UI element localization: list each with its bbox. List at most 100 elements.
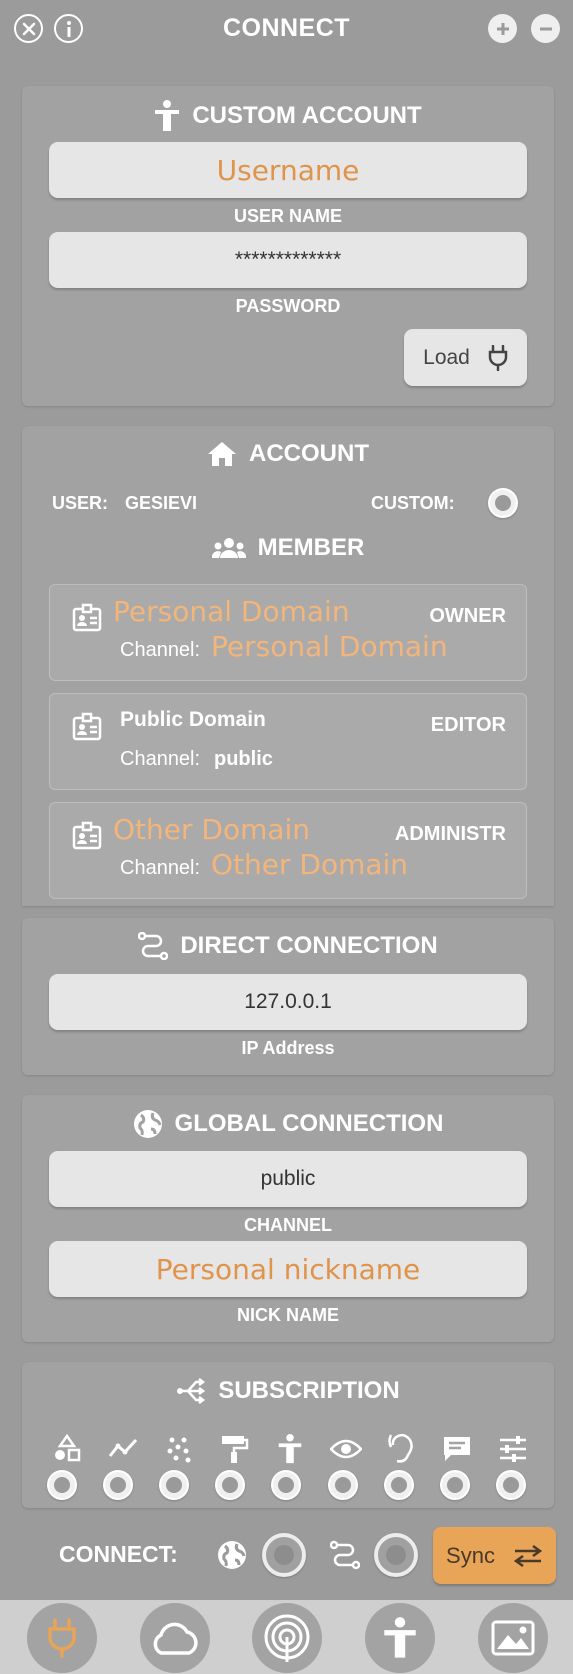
- member-title: MEMBER: [257, 534, 365, 561]
- direct-connection-panel: DIRECT CONNECTION 127.0.0.1 IP Address: [22, 918, 554, 1075]
- subscription-toggle-roller[interactable]: [215, 1470, 245, 1500]
- nickname-label: NICK NAME: [237, 1305, 339, 1325]
- custom-account-header: CUSTOM ACCOUNT: [22, 100, 554, 132]
- id-card-icon: [72, 712, 102, 741]
- tab-cloud[interactable]: [140, 1603, 210, 1673]
- global-connection-header: GLOBAL CONNECTION: [22, 1109, 554, 1139]
- subscription-header: SUBSCRIPTION: [22, 1376, 554, 1406]
- member-name: Personal Domain: [113, 595, 350, 628]
- load-button-label: Load: [423, 345, 470, 369]
- split-arrows-icon: [177, 1378, 206, 1404]
- subscription-toggle-person[interactable]: [271, 1470, 301, 1500]
- password-label: PASSWORD: [235, 296, 341, 316]
- channel-input[interactable]: public: [49, 1151, 527, 1207]
- channel-label: Channel:: [120, 857, 201, 879]
- sliders-icon: [496, 1432, 530, 1466]
- title-bar: CONNECT: [0, 0, 573, 58]
- account-panel: ACCOUNT USER: GESIEVI CUSTOM: MEMBER Per…: [22, 426, 554, 906]
- ip-address-input[interactable]: 127.0.0.1: [49, 974, 527, 1030]
- person-icon: [155, 100, 180, 131]
- ear-icon: [385, 1432, 419, 1466]
- member-channel: Personal Domain: [211, 630, 448, 663]
- eye-icon: [329, 1432, 363, 1466]
- subscription-toggle-sliders[interactable]: [496, 1470, 526, 1500]
- globe-icon: [218, 1541, 246, 1569]
- zoom-out-button[interactable]: [531, 14, 560, 43]
- custom-label: CUSTOM:: [371, 493, 455, 513]
- section-title: DIRECT CONNECTION: [180, 932, 438, 959]
- image-icon: [491, 1620, 535, 1656]
- id-card-icon: [72, 821, 102, 850]
- subscription-toggle-dots[interactable]: [159, 1470, 189, 1500]
- plus-icon: [496, 22, 509, 35]
- subscription-panel: SUBSCRIPTION: [22, 1362, 554, 1508]
- direct-connection-header: DIRECT CONNECTION: [22, 932, 554, 960]
- load-button[interactable]: Load: [404, 329, 527, 386]
- paint-roller-icon: [217, 1432, 251, 1466]
- global-connect-toggle[interactable]: [262, 1533, 306, 1577]
- chat-icon: [440, 1432, 474, 1466]
- plug-icon: [488, 344, 508, 371]
- direct-connect-toggle[interactable]: [374, 1533, 418, 1577]
- subscription-toggle-eye[interactable]: [328, 1470, 358, 1500]
- channel-label: CHANNEL: [244, 1215, 332, 1235]
- member-name: Public Domain: [120, 708, 266, 731]
- route-icon: [330, 1540, 360, 1570]
- plug-icon: [48, 1618, 76, 1658]
- channel-label: Channel:: [120, 639, 201, 661]
- custom-account-panel: CUSTOM ACCOUNT Username USER NAME ******…: [22, 86, 554, 406]
- person-icon: [273, 1432, 307, 1466]
- swap-arrows-icon: [513, 1544, 543, 1567]
- subscription-icons-row: [50, 1432, 530, 1466]
- member-role: ADMINISTR: [394, 823, 506, 845]
- channel-label: Channel:: [120, 748, 201, 770]
- home-icon: [208, 442, 236, 466]
- subscription-toggle-shapes[interactable]: [47, 1470, 77, 1500]
- cloud-icon: [153, 1622, 198, 1655]
- account-header: ACCOUNT: [22, 440, 554, 468]
- user-value: GESIEVI: [125, 493, 198, 513]
- subscription-toggle-chart[interactable]: [103, 1470, 133, 1500]
- ip-address-label: IP Address: [241, 1038, 335, 1058]
- minus-icon: [539, 27, 552, 30]
- tab-connect[interactable]: [27, 1603, 97, 1673]
- sync-button-label: Sync: [446, 1542, 495, 1568]
- member-card-personal[interactable]: Personal Domain OWNER Channel: Personal …: [49, 584, 527, 681]
- member-role: EDITOR: [430, 714, 506, 736]
- nickname-input[interactable]: Personal nickname: [49, 1241, 527, 1297]
- route-icon: [138, 932, 169, 960]
- user-label: USER:: [52, 493, 109, 513]
- person-icon: [384, 1617, 416, 1658]
- member-header: MEMBER: [22, 534, 554, 562]
- global-connection-panel: GLOBAL CONNECTION public CHANNEL Persona…: [22, 1095, 554, 1342]
- custom-radio[interactable]: [488, 488, 518, 518]
- id-card-icon: [72, 603, 102, 632]
- subscription-toggle-ear[interactable]: [384, 1470, 414, 1500]
- bottom-tab-bar: [0, 1600, 573, 1674]
- zoom-in-button[interactable]: [488, 14, 517, 43]
- dots-grid-icon: [162, 1432, 196, 1466]
- username-label: USER NAME: [233, 206, 342, 226]
- member-card-other[interactable]: Other Domain ADMINISTR Channel: Other Do…: [49, 802, 527, 899]
- member-name: Other Domain: [113, 813, 311, 846]
- member-card-public[interactable]: Public Domain EDITOR Channel: public: [49, 693, 527, 790]
- username-input[interactable]: Username: [49, 142, 527, 198]
- group-icon: [211, 538, 246, 558]
- section-title: SUBSCRIPTION: [218, 1377, 400, 1404]
- member-role: OWNER: [429, 605, 506, 627]
- member-channel: public: [214, 748, 273, 770]
- broadcast-icon: [264, 1614, 310, 1662]
- tab-image[interactable]: [478, 1603, 548, 1673]
- section-title: CUSTOM ACCOUNT: [192, 102, 422, 129]
- subscription-toggle-chat[interactable]: [440, 1470, 470, 1500]
- section-title: GLOBAL CONNECTION: [174, 1110, 444, 1137]
- shapes-icon: [50, 1432, 84, 1466]
- connect-label: CONNECT:: [59, 1541, 178, 1567]
- section-title: ACCOUNT: [249, 440, 369, 467]
- member-channel: Other Domain: [211, 848, 409, 881]
- sync-button[interactable]: Sync: [433, 1527, 556, 1584]
- tab-broadcast[interactable]: [252, 1603, 322, 1673]
- chart-line-icon: [106, 1432, 140, 1466]
- password-input[interactable]: *************: [49, 232, 527, 288]
- tab-avatar[interactable]: [365, 1603, 435, 1673]
